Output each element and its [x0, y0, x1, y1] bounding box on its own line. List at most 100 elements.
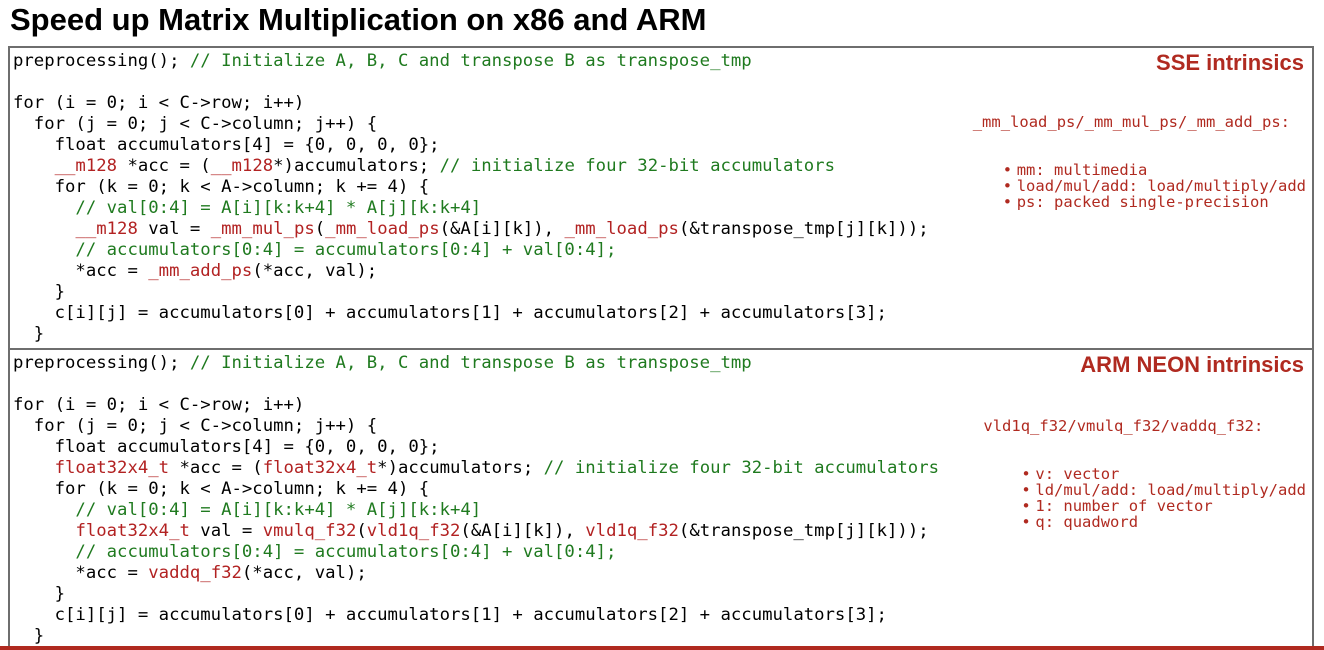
code-comment: // accumulators[0:4] = accumulators[0:4]…	[13, 542, 617, 562]
note-item: • 1: number of vector	[1021, 498, 1306, 514]
code-line: // val[0:4] = A[i][k:k+4] * A[j][k:k+4]	[13, 198, 929, 219]
code-text: }	[13, 324, 45, 344]
code-text: (	[356, 521, 367, 541]
code-text: *acc = (	[117, 156, 211, 176]
code-text: }	[13, 584, 66, 604]
code-text: for (k = 0; k < A->column; k += 4) {	[13, 479, 430, 499]
sse-heading: SSE intrinsics	[1156, 50, 1304, 75]
code-line: float32x4_t *acc = (float32x4_t*)accumul…	[13, 458, 939, 479]
code-text: }	[13, 626, 45, 646]
code-text: *)accumulators;	[377, 458, 544, 478]
note-item: • q: quadword	[1021, 514, 1306, 530]
code-line: // accumulators[0:4] = accumulators[0:4]…	[13, 240, 929, 261]
code-line: *acc = vaddq_f32(*acc, val);	[13, 563, 939, 584]
code-intrinsic: float32x4_t	[54, 458, 170, 478]
sse-code-panel: preprocessing(); // Initialize A, B, C a…	[8, 46, 1314, 351]
code-text: (&A[i][k]),	[439, 219, 565, 239]
page-title: Speed up Matrix Multiplication on x86 an…	[10, 2, 707, 37]
code-intrinsic: _mm_add_ps	[148, 261, 253, 281]
code-text: for (k = 0; k < A->column; k += 4) {	[13, 177, 430, 197]
code-intrinsic: _mm_load_ps	[325, 219, 440, 239]
code-line: c[i][j] = accumulators[0] + accumulators…	[13, 303, 929, 324]
neon-code-block: preprocessing(); // Initialize A, B, C a…	[13, 353, 939, 647]
neon-heading: ARM NEON intrinsics	[1080, 352, 1304, 377]
bullet-icon: •	[1021, 465, 1031, 483]
code-comment: // val[0:4] = A[i][k:k+4] * A[j][k:k+4]	[13, 198, 482, 218]
sse-note: _mm_load_ps/_mm_mul_ps/_mm_add_ps: • mm: …	[973, 82, 1306, 242]
code-intrinsic: vmulq_f32	[262, 521, 357, 541]
code-text: val =	[189, 521, 263, 541]
code-line: for (k = 0; k < A->column; k += 4) {	[13, 479, 939, 500]
neon-note-head: vld1q_f32/vmulq_f32/vaddq_f32:	[983, 417, 1264, 435]
code-text: float accumulators[4] = {0, 0, 0, 0};	[13, 437, 440, 457]
code-line: for (i = 0; i < C->row; i++)	[13, 93, 929, 114]
code-intrinsic: vaddq_f32	[148, 563, 242, 583]
code-text: val =	[137, 219, 211, 239]
bullet-icon: •	[1002, 177, 1013, 195]
sse-note-list: • mm: multimedia • load/mul/add: load/multi…	[1003, 162, 1306, 210]
code-line: float accumulators[4] = {0, 0, 0, 0};	[13, 135, 929, 156]
code-text: (*acc, val);	[252, 261, 378, 281]
neon-code-panel: preprocessing(); // Initialize A, B, C a…	[8, 348, 1314, 650]
code-intrinsic: _mm_mul_ps	[210, 219, 315, 239]
note-item: • ld/mul/add: load/multiply/add	[1021, 482, 1306, 498]
code-intrinsic: __m128	[75, 219, 138, 239]
code-line: __m128 val = _mm_mul_ps(_mm_load_ps(&A[i…	[13, 219, 929, 240]
neon-note: vld1q_f32/vmulq_f32/vaddq_f32: • v: vecto…	[983, 386, 1306, 562]
code-text: (*acc, val);	[241, 563, 367, 583]
code-text: c[i][j] = accumulators[0] + accumulators…	[13, 303, 887, 323]
code-line: // val[0:4] = A[i][k:k+4] * A[j][k:k+4]	[13, 500, 939, 521]
code-text: preprocessing();	[13, 51, 190, 71]
code-text: }	[13, 282, 66, 302]
code-intrinsic: _mm_load_ps	[564, 219, 679, 239]
code-comment: // accumulators[0:4] = accumulators[0:4]…	[13, 240, 617, 260]
code-text: for (i = 0; i < C->row; i++)	[13, 93, 305, 113]
code-line: preprocessing(); // Initialize A, B, C a…	[13, 51, 929, 72]
code-text: (&A[i][k]),	[460, 521, 586, 541]
code-line: }	[13, 282, 929, 303]
code-line: __m128 *acc = (__m128*)accumulators; // …	[13, 156, 929, 177]
note-item: • mm: multimedia	[1003, 162, 1306, 178]
neon-note-list: • v: vector • ld/mul/add: load/multiply/add…	[1021, 466, 1306, 530]
code-text: (	[314, 219, 326, 239]
code-line: for (j = 0; j < C->column; j++) {	[13, 416, 939, 437]
sse-note-head: _mm_load_ps/_mm_mul_ps/_mm_add_ps:	[972, 113, 1290, 131]
bottom-rule	[0, 646, 1324, 650]
bullet-icon: •	[1002, 161, 1013, 179]
code-line: for (i = 0; i < C->row; i++)	[13, 395, 939, 416]
code-text: *acc = (	[169, 458, 263, 478]
code-line: // accumulators[0:4] = accumulators[0:4]…	[13, 542, 939, 563]
code-intrinsic: __m128	[54, 156, 118, 176]
bullet-icon: •	[1021, 481, 1031, 499]
code-line: for (k = 0; k < A->column; k += 4) {	[13, 177, 929, 198]
code-text: (&transpose_tmp[j][k]));	[678, 219, 929, 239]
code-intrinsic: vld1q_f32	[585, 521, 679, 541]
code-text: *acc =	[13, 563, 149, 583]
code-line: *acc = _mm_add_ps(*acc, val);	[13, 261, 929, 282]
code-intrinsic: float32x4_t	[75, 521, 190, 541]
code-line: preprocessing(); // Initialize A, B, C a…	[13, 353, 939, 374]
code-line: float accumulators[4] = {0, 0, 0, 0};	[13, 437, 939, 458]
code-comment: // initialize four 32-bit accumulators	[543, 458, 939, 478]
code-text: for (j = 0; j < C->column; j++) {	[13, 114, 378, 134]
note-item: • ps: packed single-precision	[1003, 194, 1306, 210]
code-text: c[i][j] = accumulators[0] + accumulators…	[13, 605, 887, 625]
code-comment: // Initialize A, B, C and transpose B as…	[189, 353, 752, 373]
bullet-icon: •	[1021, 497, 1031, 515]
code-comment: // val[0:4] = A[i][k:k+4] * A[j][k:k+4]	[13, 500, 482, 520]
code-line: for (j = 0; j < C->column; j++) {	[13, 114, 929, 135]
code-intrinsic: float32x4_t	[262, 458, 378, 478]
code-intrinsic: vld1q_f32	[366, 521, 461, 541]
code-comment: // Initialize A, B, C and transpose B as…	[189, 51, 752, 71]
code-intrinsic: __m128	[210, 156, 274, 176]
code-text: for (j = 0; j < C->column; j++) {	[13, 416, 378, 436]
note-item-text: q: quadword	[1035, 513, 1139, 531]
bullet-icon: •	[1021, 513, 1031, 531]
code-line: }	[13, 584, 939, 605]
code-line: }	[13, 324, 929, 345]
